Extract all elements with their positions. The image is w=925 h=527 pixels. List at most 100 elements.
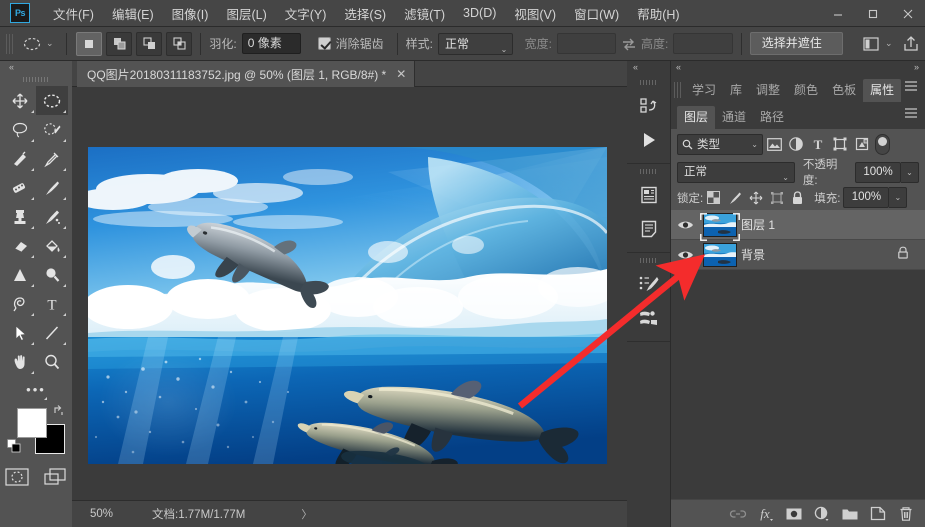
healing-brush-tool[interactable] bbox=[4, 173, 36, 202]
lock-transparent-pixels-icon[interactable] bbox=[703, 187, 724, 208]
elliptical-marquee-tool[interactable] bbox=[36, 86, 68, 115]
options-bar-grip[interactable] bbox=[4, 33, 13, 54]
type-tool[interactable]: T bbox=[36, 289, 68, 318]
table-row[interactable]: 图层 1 bbox=[671, 210, 925, 241]
layer-mask-button[interactable] bbox=[781, 501, 807, 527]
workspace-chevron-down-icon[interactable]: ⌄ bbox=[885, 38, 893, 49]
style-select[interactable]: 正常 ⌄ bbox=[437, 32, 514, 55]
tab-properties[interactable]: 属性 bbox=[863, 79, 902, 102]
tab-learn[interactable]: 学习 bbox=[685, 79, 723, 102]
filter-type-icon[interactable]: T bbox=[807, 133, 829, 155]
swap-colors-icon[interactable] bbox=[52, 404, 65, 420]
close-icon[interactable]: ✕ bbox=[396, 67, 406, 81]
blur-tool[interactable] bbox=[4, 260, 36, 289]
menu-select[interactable]: 选择(S) bbox=[335, 1, 395, 26]
adjustment-layer-button[interactable] bbox=[809, 501, 835, 527]
brush-tool[interactable] bbox=[36, 173, 68, 202]
menu-edit[interactable]: 编辑(E) bbox=[103, 1, 163, 26]
layer-visibility-toggle[interactable] bbox=[671, 219, 699, 231]
new-layer-button[interactable] bbox=[865, 501, 891, 527]
panel-grip[interactable] bbox=[674, 82, 683, 98]
lock-position-icon[interactable] bbox=[745, 187, 766, 208]
tab-paths[interactable]: 路径 bbox=[753, 106, 791, 129]
opacity-value[interactable]: 100% bbox=[855, 161, 902, 183]
screen-mode-icon[interactable] bbox=[43, 468, 67, 491]
tools-panel-grip[interactable] bbox=[23, 77, 49, 82]
foreground-color-swatch[interactable] bbox=[17, 408, 47, 438]
table-row[interactable]: 背景 bbox=[671, 240, 925, 270]
panel-collapse-left-chevron-icon[interactable]: « bbox=[676, 62, 681, 72]
intersect-selection-button[interactable] bbox=[166, 31, 193, 56]
opacity-chevron-down-icon[interactable]: ⌄ bbox=[901, 161, 919, 183]
lock-all-icon[interactable] bbox=[787, 187, 808, 208]
status-expand-arrow-icon[interactable]: 〉 bbox=[301, 506, 312, 522]
panel-collapse-right-chevron-icon[interactable]: » bbox=[914, 62, 919, 72]
rail-collapse-chevron-icon[interactable]: « bbox=[633, 62, 638, 72]
quick-mask-icon[interactable] bbox=[5, 468, 29, 491]
lock-image-pixels-icon[interactable] bbox=[724, 187, 745, 208]
menu-image[interactable]: 图像(I) bbox=[163, 1, 218, 26]
filter-adjustment-icon[interactable] bbox=[785, 133, 807, 155]
height-input[interactable] bbox=[673, 33, 733, 54]
actions-play-icon[interactable] bbox=[627, 123, 671, 157]
select-and-mask-button[interactable]: 选择并遮住 ... bbox=[749, 32, 844, 71]
menu-view[interactable]: 视图(V) bbox=[505, 1, 565, 26]
tab-layers[interactable]: 图层 bbox=[677, 106, 716, 129]
elliptical-marquee-icon[interactable] bbox=[18, 32, 46, 56]
lock-artboard-icon[interactable] bbox=[766, 187, 787, 208]
layer-visibility-toggle[interactable] bbox=[671, 249, 699, 261]
line-tool[interactable] bbox=[36, 318, 68, 347]
rail-grip[interactable] bbox=[639, 258, 658, 263]
eraser-tool[interactable] bbox=[4, 231, 36, 260]
minimize-button[interactable] bbox=[820, 0, 855, 27]
antialias-checkbox[interactable] bbox=[318, 37, 331, 50]
tab-libraries[interactable]: 库 bbox=[723, 79, 749, 102]
menu-window[interactable]: 窗口(W) bbox=[565, 1, 628, 26]
panel-menu-icon[interactable] bbox=[904, 79, 918, 97]
tab-adjustments[interactable]: 调整 bbox=[749, 79, 787, 102]
clone-stamp-tool[interactable] bbox=[4, 202, 36, 231]
paint-bucket-tool[interactable] bbox=[36, 231, 68, 260]
layer-style-button[interactable]: fx bbox=[753, 501, 779, 527]
brush-presets-icon[interactable] bbox=[627, 301, 671, 335]
quick-selection-tool[interactable] bbox=[36, 115, 68, 144]
close-button[interactable] bbox=[890, 0, 925, 27]
notes-icon[interactable] bbox=[627, 212, 671, 246]
layer-name[interactable]: 背景 bbox=[741, 246, 897, 263]
width-input[interactable] bbox=[556, 33, 617, 54]
menu-filter[interactable]: 滤镜(T) bbox=[395, 1, 454, 26]
filter-pixel-icon[interactable] bbox=[763, 133, 785, 155]
menu-type[interactable]: 文字(Y) bbox=[276, 1, 336, 26]
menu-file[interactable]: 文件(F) bbox=[44, 1, 103, 26]
canvas-area[interactable] bbox=[72, 87, 627, 500]
menu-layer[interactable]: 图层(L) bbox=[217, 1, 275, 26]
history-brush-tool[interactable] bbox=[36, 202, 68, 231]
maximize-button[interactable] bbox=[855, 0, 890, 27]
default-colors-icon[interactable] bbox=[7, 439, 21, 458]
tool-preset-chevron-down-icon[interactable]: ⌄ bbox=[46, 38, 54, 49]
menu-3d[interactable]: 3D(D) bbox=[454, 3, 505, 23]
crop-tool[interactable] bbox=[4, 144, 36, 173]
path-selection-tool[interactable] bbox=[4, 318, 36, 347]
rail-grip[interactable] bbox=[639, 169, 658, 174]
move-tool[interactable] bbox=[4, 86, 36, 115]
libraries-icon[interactable] bbox=[627, 178, 671, 212]
pen-tool[interactable] bbox=[4, 289, 36, 318]
eyedropper-tool[interactable] bbox=[36, 144, 68, 173]
tab-channels[interactable]: 通道 bbox=[715, 106, 753, 129]
subtract-from-selection-button[interactable] bbox=[136, 31, 163, 56]
feather-input[interactable]: 0 像素 bbox=[241, 33, 302, 54]
layers-panel-menu-icon[interactable] bbox=[904, 106, 918, 124]
filter-shape-icon[interactable] bbox=[829, 133, 851, 155]
lasso-tool[interactable] bbox=[4, 115, 36, 144]
swap-arrows-icon[interactable] bbox=[616, 33, 641, 55]
tools-collapse-chevron-icon[interactable]: « bbox=[9, 62, 14, 72]
blend-mode-select[interactable]: 正常 ⌄ bbox=[677, 161, 795, 183]
document-tab[interactable]: QQ图片20180311183752.jpg @ 50% (图层 1, RGB/… bbox=[77, 61, 416, 87]
zoom-level[interactable]: 50% bbox=[90, 508, 152, 520]
menu-help[interactable]: 帮助(H) bbox=[628, 1, 688, 26]
history-icon[interactable] bbox=[627, 89, 671, 123]
filter-type-select[interactable]: 类型 ⌄ bbox=[677, 133, 763, 155]
add-to-selection-button[interactable] bbox=[106, 31, 133, 56]
filter-enable-toggle[interactable] bbox=[875, 133, 890, 155]
